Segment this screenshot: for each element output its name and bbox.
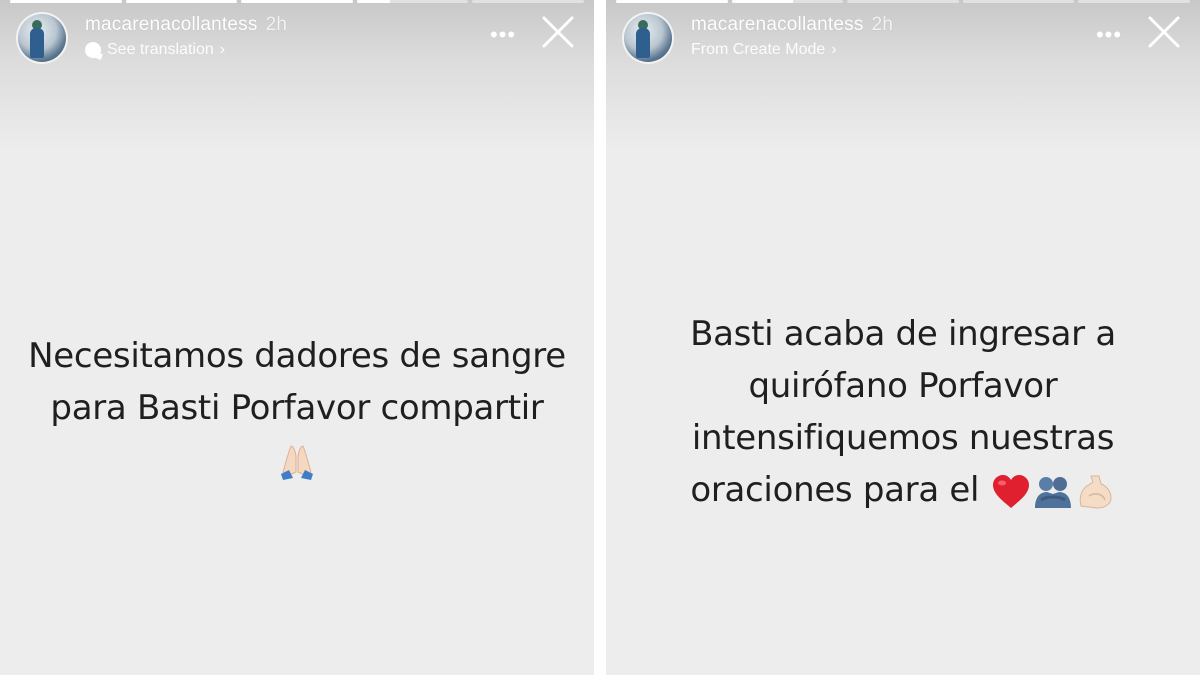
progress-segment xyxy=(1078,0,1190,3)
close-icon[interactable] xyxy=(540,14,576,50)
story-text: Necesitamos dadores de sangre para Basti… xyxy=(0,330,594,486)
more-options-icon[interactable]: ••• xyxy=(488,20,518,50)
story-text: Basti acaba de ingresar a quirófano Porf… xyxy=(606,308,1200,516)
progress-segment xyxy=(731,0,844,3)
story-panel-left[interactable]: macarenacollantess 2h See translation › •… xyxy=(0,0,594,675)
speech-bubble-icon xyxy=(85,42,101,58)
progress-segment xyxy=(241,0,353,3)
see-translation-link[interactable]: See translation › xyxy=(85,41,225,59)
story-text-line: Necesitamos dadores de sangre xyxy=(28,336,566,376)
story-progress-bar xyxy=(10,0,584,3)
avatar[interactable] xyxy=(18,14,66,62)
progress-segment xyxy=(125,0,238,3)
progress-segment xyxy=(847,0,959,3)
chevron-right-icon: › xyxy=(219,41,226,58)
progress-segment xyxy=(10,0,122,3)
progress-segment xyxy=(962,0,1075,3)
username[interactable]: macarenacollantess 2h xyxy=(691,14,893,36)
close-icon[interactable] xyxy=(1146,14,1182,50)
subline-label: From Create Mode xyxy=(691,41,826,58)
people-hugging-icon xyxy=(1033,472,1073,512)
username[interactable]: macarenacollantess 2h xyxy=(85,14,287,36)
stories-viewer: macarenacollantess 2h See translation › •… xyxy=(0,0,1200,675)
create-mode-link[interactable]: From Create Mode › xyxy=(691,41,837,59)
progress-segment xyxy=(356,0,469,3)
story-text-line: para Basti Porfavor compartir xyxy=(50,388,544,428)
red-heart-icon xyxy=(991,472,1031,512)
progress-segment xyxy=(472,0,584,3)
story-text-line: intensifiquemos nuestras xyxy=(691,418,1115,458)
praying-hands-icon xyxy=(277,442,317,482)
flexed-biceps-icon xyxy=(1075,472,1115,512)
story-text-line: quirófano Porfavor xyxy=(748,366,1058,406)
chevron-right-icon: › xyxy=(831,41,837,58)
story-header: macarenacollantess 2h See translation › •… xyxy=(18,12,576,66)
progress-segment xyxy=(616,0,728,3)
story-text-line: oraciones para el xyxy=(606,464,1200,516)
avatar[interactable] xyxy=(624,14,672,62)
subline-label: See translation xyxy=(107,41,214,58)
story-panel-right[interactable]: macarenacollantess 2h From Create Mode › … xyxy=(606,0,1200,675)
more-options-icon[interactable]: ••• xyxy=(1094,20,1124,50)
story-header: macarenacollantess 2h From Create Mode › … xyxy=(624,12,1182,66)
post-time: 2h xyxy=(871,14,894,35)
story-progress-bar xyxy=(616,0,1190,3)
post-time: 2h xyxy=(265,14,288,35)
story-text-line: Basti acaba de ingresar a xyxy=(690,314,1116,354)
